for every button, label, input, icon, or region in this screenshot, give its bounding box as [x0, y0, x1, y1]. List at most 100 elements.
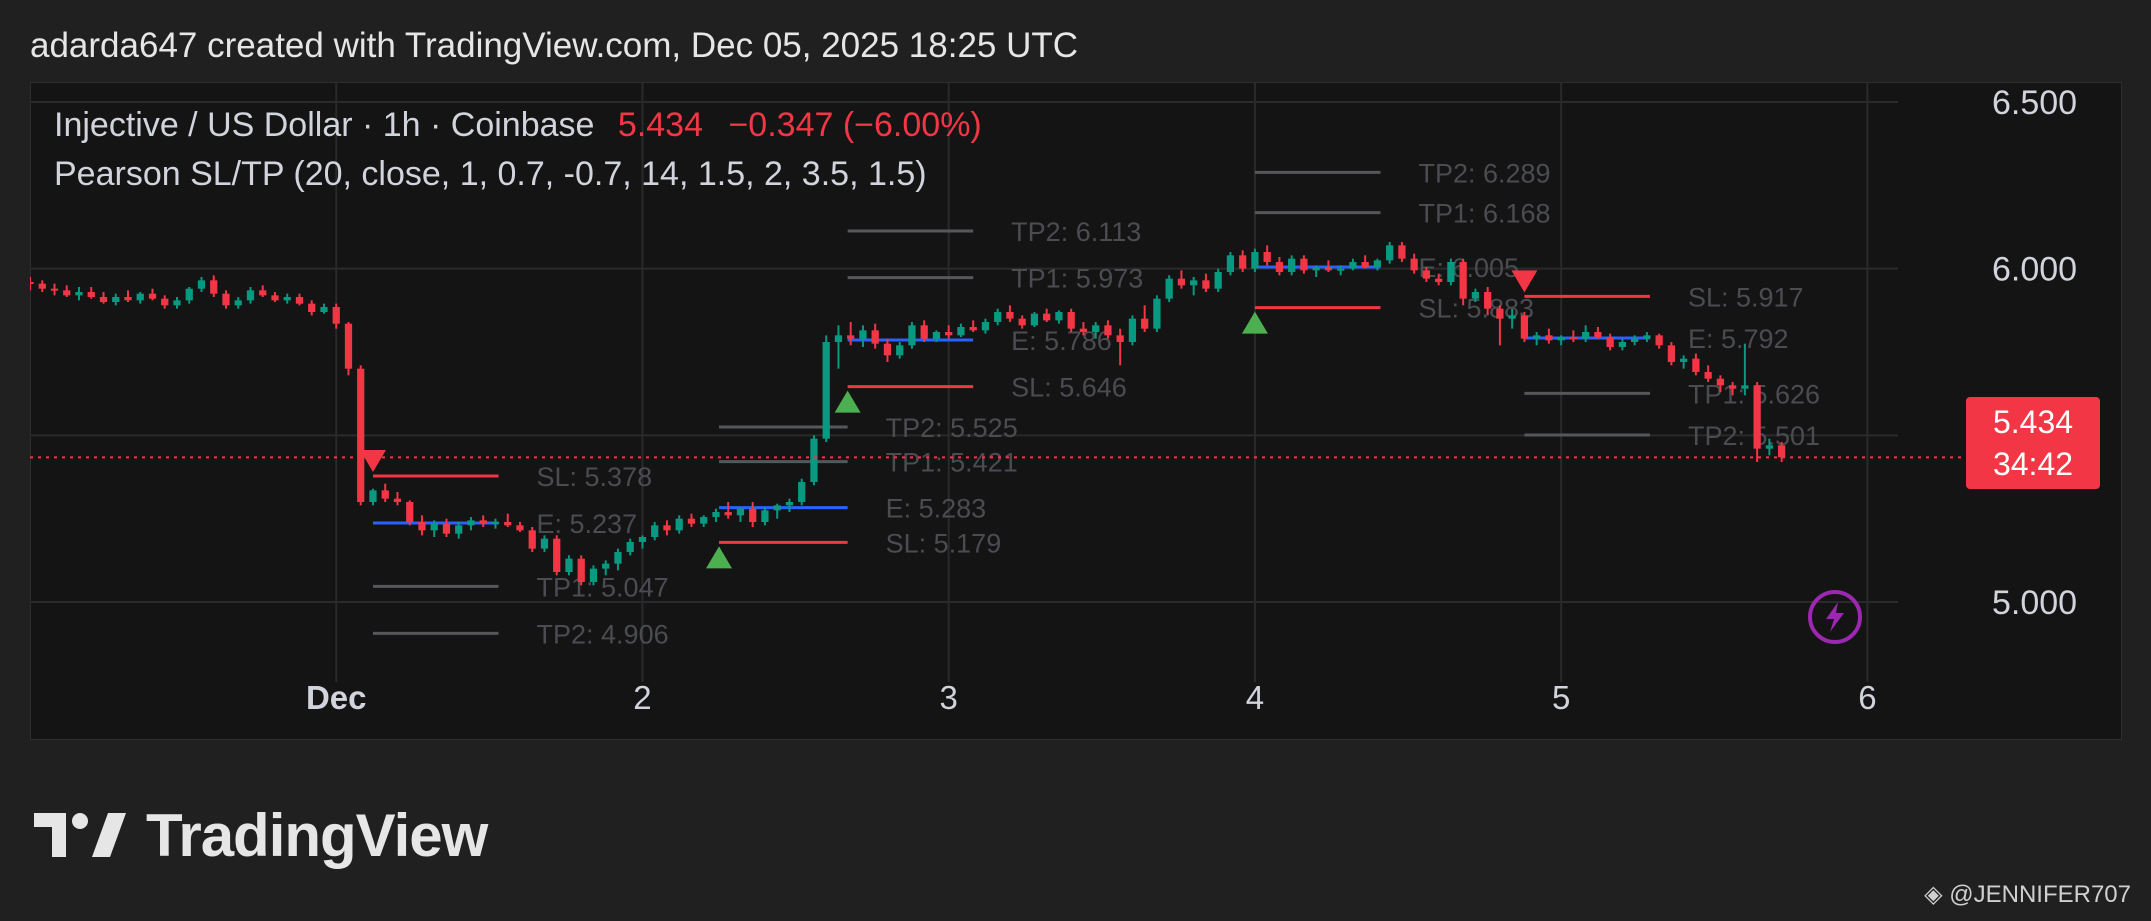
badge-countdown: 34:42: [1992, 446, 2074, 482]
y-tick-label: 6.500: [1992, 84, 2077, 122]
candle-body: [1226, 255, 1235, 272]
candle-body: [381, 490, 389, 499]
candle-body: [1043, 313, 1051, 321]
candle-body: [1765, 445, 1774, 449]
candle-body: [1508, 315, 1516, 319]
x-tick-label: 4: [1246, 679, 1264, 716]
candle-body: [785, 502, 794, 506]
candle-body: [1557, 337, 1565, 341]
level-label: TP1: 5.973: [1011, 264, 1143, 294]
candle-body: [932, 332, 941, 339]
candle-body: [1459, 262, 1467, 299]
candle-body: [1582, 332, 1590, 339]
candle-body: [75, 292, 83, 296]
candle-body: [1655, 335, 1663, 346]
tradingview-logo[interactable]: TradingView: [34, 800, 488, 870]
candle-body: [491, 522, 500, 524]
y-tick-label: 5.000: [1992, 584, 2077, 622]
candle-body: [1275, 262, 1284, 272]
candle-body: [1410, 258, 1418, 271]
lightning-bolt-icon[interactable]: [1808, 590, 1862, 644]
candle-body: [1288, 258, 1296, 272]
candle-body: [246, 290, 255, 301]
candle-body: [1569, 337, 1578, 339]
candle-body: [124, 297, 132, 301]
candle-body: [185, 288, 193, 301]
candle-body: [1545, 335, 1553, 341]
candle-body: [700, 517, 708, 524]
candle-body: [1324, 267, 1333, 271]
candle-body: [393, 498, 402, 502]
tradingview-logo-icon: [34, 813, 126, 857]
candle-body: [1312, 267, 1320, 271]
candle-body: [369, 490, 377, 502]
candle-body: [1067, 312, 1075, 329]
level-label: E: 5.283: [886, 494, 987, 524]
candle-body: [1006, 312, 1014, 319]
candle-body: [822, 342, 830, 439]
buy-signal-marker: [834, 390, 861, 413]
candle-body: [283, 297, 291, 301]
candle-body: [197, 280, 206, 289]
level-label: SL: 5.646: [1011, 373, 1127, 403]
candle-body: [234, 300, 242, 306]
candle-body: [1618, 342, 1627, 347]
candle-body: [1741, 385, 1749, 389]
candle-body: [749, 508, 757, 522]
candle-body: [1337, 268, 1345, 271]
candle-body: [1704, 372, 1712, 379]
last-price: 5.434: [617, 106, 703, 144]
candle-body: [1643, 335, 1651, 339]
candle-body: [577, 558, 585, 582]
candle-body: [418, 522, 426, 531]
candle-body: [1092, 325, 1100, 332]
candle-body: [1141, 318, 1149, 329]
candle-body: [553, 538, 561, 572]
candle-body: [1239, 255, 1247, 269]
indicator-label[interactable]: Pearson SL/TP (20, close, 1, 0.7, -0.7, …: [54, 155, 982, 194]
candle-body: [1263, 252, 1271, 262]
candle-body: [1386, 245, 1394, 261]
candle-body: [1680, 358, 1688, 362]
candle-body: [1729, 385, 1737, 389]
candle-body: [1778, 445, 1786, 458]
candle-body: [761, 510, 769, 522]
legend-symbol-row: Injective / US Dollar · 1h · Coinbase 5.…: [54, 106, 982, 145]
candle-body: [161, 298, 169, 306]
candle-body: [736, 508, 745, 516]
candle-body: [479, 520, 487, 524]
candle-body: [173, 300, 181, 306]
badge-price: 5.434: [1992, 404, 2074, 440]
candle-body: [602, 563, 610, 569]
candle-body: [1214, 272, 1222, 289]
candle-body: [834, 335, 843, 342]
level-label: TP1: 6.168: [1418, 199, 1550, 229]
buy-signal-marker: [1241, 311, 1268, 334]
x-tick-label: 2: [633, 679, 651, 716]
credit-text: @JENNIFER707: [1949, 881, 2131, 908]
candle-body: [1520, 315, 1529, 339]
candle-body: [344, 323, 353, 369]
candle-body: [675, 518, 683, 531]
candle-body: [1533, 335, 1541, 339]
candle-body: [38, 283, 46, 289]
candle-body: [357, 368, 365, 502]
candle-body: [1079, 328, 1088, 332]
candle-body: [724, 512, 732, 516]
candle-body: [99, 297, 108, 302]
symbol-label[interactable]: Injective / US Dollar · 1h · Coinbase: [54, 106, 594, 145]
candle-body: [320, 307, 328, 312]
candle-body: [332, 307, 340, 324]
candle-body: [908, 325, 916, 346]
candle-body: [1116, 335, 1124, 342]
level-label: E: 6.005: [1418, 253, 1519, 283]
level-label: SL: 5.917: [1688, 282, 1804, 312]
candle-body: [981, 322, 990, 331]
level-label: TP1: 5.047: [537, 572, 669, 602]
candle-body: [1373, 260, 1382, 267]
level-label: SL: 5.378: [537, 462, 653, 492]
candle-body: [810, 438, 818, 482]
candle-body: [945, 332, 953, 336]
candle-body: [504, 522, 512, 526]
candle-body: [1104, 325, 1112, 336]
